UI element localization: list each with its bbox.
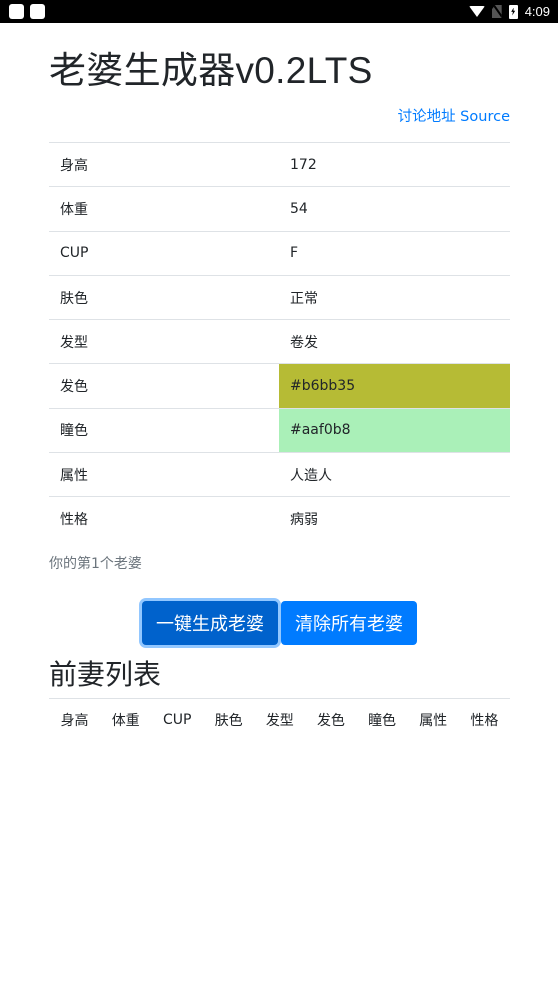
battery-charging-icon bbox=[508, 4, 518, 19]
clock: 4:09 bbox=[524, 4, 550, 19]
attribute-value: 病弱 bbox=[279, 496, 510, 542]
attribute-value: 正常 bbox=[279, 274, 510, 320]
attribute-value: 人造人 bbox=[279, 452, 510, 497]
history-column-header: 身高 bbox=[49, 698, 101, 742]
attribute-name: 体重 bbox=[49, 186, 279, 232]
history-column-header: CUP bbox=[151, 698, 204, 742]
wife-table: 身高 172 体重 54 CUP F 肤色 正常 发型 卷发 发色 #b6bb35 瞳色 #aaf0b8 属… bbox=[49, 141, 510, 542]
history-column-header: 属性 bbox=[407, 698, 459, 742]
page-title: 老婆生成器v0.2LTS bbox=[49, 50, 373, 91]
status-bar: 4:09 bbox=[0, 0, 558, 23]
wife-row: 发色 #b6bb35 bbox=[49, 363, 510, 409]
generate-wife-button[interactable]: 一键生成老婆 bbox=[142, 601, 278, 646]
no-sim-icon bbox=[491, 5, 502, 18]
history-title: 前妻列表 bbox=[49, 658, 162, 692]
wife-row: 身高 172 bbox=[49, 141, 510, 187]
wife-row: 肤色 正常 bbox=[49, 274, 510, 320]
wife-row: 体重 54 bbox=[49, 186, 510, 232]
history-column-header: 发色 bbox=[305, 698, 357, 742]
attribute-name: 瞳色 bbox=[49, 407, 279, 453]
attribute-name: 肤色 bbox=[49, 274, 279, 320]
history-table: 身高 体重 CUP 肤色 发型 发色 瞳色 属性 性格 bbox=[49, 698, 510, 742]
attribute-value: 54 bbox=[279, 186, 510, 232]
notification-icon bbox=[30, 4, 45, 19]
attribute-value: 172 bbox=[279, 141, 510, 187]
attribute-name: 身高 bbox=[49, 141, 279, 187]
wife-row: 属性 人造人 bbox=[49, 452, 510, 497]
attribute-name: CUP bbox=[49, 230, 279, 276]
history-column-header: 肤色 bbox=[203, 698, 255, 742]
color-swatch-value: #aaf0b8 bbox=[279, 407, 510, 453]
notification-icon bbox=[9, 4, 24, 19]
history-column-header: 性格 bbox=[458, 698, 510, 742]
wife-row: 性格 病弱 bbox=[49, 496, 510, 542]
history-column-header: 体重 bbox=[100, 698, 152, 742]
action-buttons: 一键生成老婆 清除所有老婆 bbox=[49, 601, 510, 646]
wife-row: 发型 卷发 bbox=[49, 319, 510, 364]
clear-all-button[interactable]: 清除所有老婆 bbox=[281, 601, 417, 646]
history-column-header: 发型 bbox=[254, 698, 306, 742]
wifi-icon bbox=[468, 6, 485, 17]
attribute-name: 发型 bbox=[49, 319, 279, 364]
wife-row: CUP F bbox=[49, 230, 510, 276]
color-swatch-value: #b6bb35 bbox=[279, 363, 510, 409]
attribute-name: 属性 bbox=[49, 452, 279, 497]
history-column-header: 瞳色 bbox=[356, 698, 408, 742]
wife-count: 你的第1个老婆 bbox=[49, 556, 142, 573]
attribute-value: 卷发 bbox=[279, 319, 510, 364]
source-link[interactable]: 讨论地址 Source bbox=[398, 109, 510, 125]
attribute-name: 性格 bbox=[49, 496, 279, 542]
history-header-row: 身高 体重 CUP 肤色 发型 发色 瞳色 属性 性格 bbox=[49, 698, 510, 742]
source-link-wrap: 讨论地址 Source bbox=[49, 107, 510, 127]
attribute-name: 发色 bbox=[49, 363, 279, 409]
wife-row: 瞳色 #aaf0b8 bbox=[49, 407, 510, 453]
attribute-value: F bbox=[279, 230, 510, 276]
main-container: 老婆生成器v0.2LTS 讨论地址 Source 身高 172 体重 54 CUP F 肤色… bbox=[49, 23, 510, 742]
